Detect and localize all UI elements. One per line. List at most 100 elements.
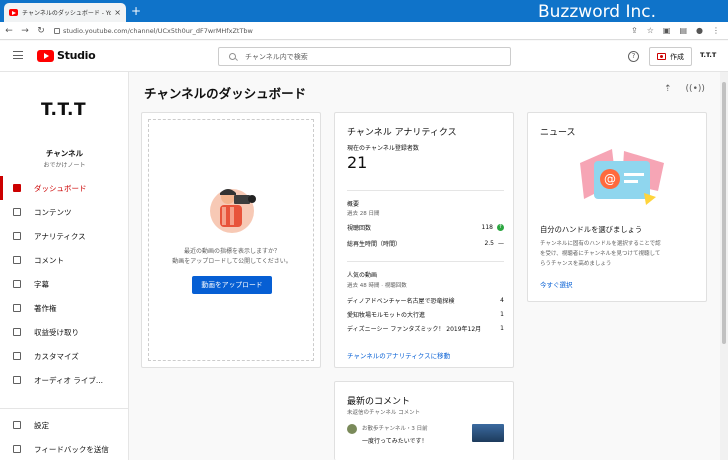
address-bar: ← → ↻ studio.youtube.com/channel/UCx5th0… bbox=[0, 22, 728, 40]
avatar bbox=[347, 424, 357, 434]
sidebar-item-copyright[interactable]: 著作権 bbox=[0, 296, 129, 320]
account-avatar[interactable]: T.T.T bbox=[700, 51, 716, 59]
upload-prompt-line: 動画をアップロードして公開してください。 bbox=[172, 258, 292, 265]
video-title: 愛知牧場モルモットの大行進 bbox=[347, 312, 426, 319]
lock-icon bbox=[54, 27, 60, 34]
share-icon[interactable]: ⇪ bbox=[631, 26, 638, 35]
channel-avatar[interactable]: T.T.T bbox=[41, 100, 86, 120]
profile-icon[interactable]: ● bbox=[696, 26, 703, 35]
tab-close-icon[interactable]: × bbox=[114, 8, 121, 17]
menu-icon[interactable] bbox=[13, 51, 23, 59]
sidebar-item-label: 収益受け取り bbox=[34, 327, 79, 337]
sidepanel-icon[interactable]: ▤ bbox=[679, 26, 687, 35]
comments-card: 最新のコメント 未返信のチャンネル コメント お散歩チャンネル・3 日前 一度行… bbox=[334, 381, 514, 460]
channel-label: チャンネル bbox=[45, 149, 84, 158]
comments-title: 最新のコメント bbox=[347, 397, 411, 407]
video-title: ディズニーシー ファンタズミック！ 2019年12月 bbox=[347, 326, 482, 333]
search-placeholder: チャンネル内で検索 bbox=[245, 52, 308, 61]
list-item[interactable]: 愛知牧場モルモットの大行進 1 bbox=[347, 310, 504, 319]
sidebar-item-customize[interactable]: カスタマイズ bbox=[0, 344, 129, 368]
list-item[interactable]: お散歩チャンネル・3 日前 一度行ってみたいです！ bbox=[347, 424, 504, 445]
trend-up-icon: ↑ bbox=[497, 224, 504, 231]
tab-title: チャンネルのダッシュボード - YouTube bbox=[22, 10, 112, 17]
trend-flat-icon: — bbox=[498, 240, 504, 247]
comment-author: お散歩チャンネル・3 日前 bbox=[362, 426, 428, 432]
sidebar-item-content[interactable]: コンテンツ bbox=[0, 200, 129, 224]
customize-icon bbox=[13, 352, 21, 360]
sidebar-item-comments[interactable]: コメント bbox=[0, 248, 129, 272]
divider bbox=[347, 190, 504, 191]
scrollbar-thumb[interactable] bbox=[722, 82, 726, 344]
sidebar-item-label: 字幕 bbox=[34, 279, 49, 289]
audio-library-icon bbox=[13, 376, 21, 384]
logo-text: Studio bbox=[57, 49, 96, 62]
subtitles-icon bbox=[13, 280, 21, 288]
sidebar-item-label: オーディオ ライブ... bbox=[34, 375, 104, 385]
upload-icon[interactable]: ⇡ bbox=[664, 84, 672, 94]
browser-menu-icon[interactable]: ⋮ bbox=[712, 26, 720, 35]
news-title: ニュース bbox=[540, 128, 576, 138]
news-headline: 自分のハンドルを選びましょう bbox=[540, 225, 643, 234]
go-live-icon[interactable]: ((•)) bbox=[686, 84, 705, 94]
sidebar-item-label: 著作権 bbox=[34, 303, 57, 313]
subscribers-label: 現在のチャンネル登録者数 bbox=[347, 145, 419, 152]
settings-icon bbox=[13, 421, 21, 429]
new-tab-button[interactable]: + bbox=[131, 4, 141, 18]
sidebar-item-label: 設定 bbox=[34, 420, 49, 430]
studio-logo[interactable]: Studio bbox=[37, 49, 96, 62]
bookmark-star-icon[interactable]: ☆ bbox=[647, 26, 654, 35]
list-item[interactable]: ディズニーシー ファンタズミック！ 2019年12月 1 bbox=[347, 324, 504, 333]
create-button[interactable]: 作成 bbox=[649, 47, 692, 66]
browser-tab-bar: チャンネルのダッシュボード - YouTube × + Buzzword Inc… bbox=[0, 0, 728, 22]
forward-button[interactable]: → bbox=[18, 26, 32, 36]
views-row: 視聴回数 118 ↑ bbox=[347, 223, 504, 232]
sidebar: T.T.T チャンネル おでかけノート ダッシュボード コンテンツ アナリティク… bbox=[0, 72, 129, 460]
top-videos-period: 過去 48 時間 · 視聴回数 bbox=[347, 283, 407, 289]
video-title: ディノアドベンチャー名古屋で恐竜探検 bbox=[347, 298, 455, 305]
sidebar-item-audio-library[interactable]: オーディオ ライブ... bbox=[0, 368, 129, 392]
sidebar-item-analytics[interactable]: アナリティクス bbox=[0, 224, 129, 248]
search-input[interactable]: チャンネル内で検索 bbox=[218, 47, 511, 66]
extensions-icon[interactable]: ▣ bbox=[663, 26, 671, 35]
channel-name: おでかけノート bbox=[43, 162, 86, 169]
sidebar-item-label: アナリティクス bbox=[34, 231, 86, 241]
url-field[interactable]: studio.youtube.com/channel/UCx5th0ur_dF7… bbox=[54, 27, 631, 35]
watch-time-label: 総再生時間（時間） bbox=[347, 241, 402, 248]
monetization-icon bbox=[13, 328, 21, 336]
sidebar-item-label: コメント bbox=[34, 255, 64, 265]
watch-time-row: 総再生時間（時間） 2.5 — bbox=[347, 239, 504, 248]
sidebar-item-label: カスタマイズ bbox=[34, 351, 79, 361]
analytics-card: チャンネル アナリティクス 現在のチャンネル登録者数 21 概要 過去 28 日… bbox=[334, 112, 514, 368]
news-body-line: らうチャンスを高めましょう bbox=[540, 261, 612, 267]
sidebar-item-settings[interactable]: 設定 bbox=[0, 413, 129, 437]
sidebar-item-dashboard[interactable]: ダッシュボード bbox=[0, 176, 129, 200]
analytics-icon bbox=[13, 232, 21, 240]
brand-watermark: Buzzword Inc. bbox=[538, 2, 657, 22]
list-item[interactable]: ディノアドベンチャー名古屋で恐竜探検 4 bbox=[347, 296, 504, 305]
upload-prompt-line: 最近の動画の指標を表示しますか？ bbox=[183, 248, 280, 255]
upload-video-button[interactable]: 動画をアップロード bbox=[192, 276, 272, 294]
choose-now-link[interactable]: 今すぐ選択 bbox=[540, 279, 573, 289]
browser-tab[interactable]: チャンネルのダッシュボード - YouTube × bbox=[4, 3, 126, 22]
upload-dropzone bbox=[148, 119, 314, 361]
sidebar-item-subtitles[interactable]: 字幕 bbox=[0, 272, 129, 296]
sidebar-item-feedback[interactable]: フィードバックを送信 bbox=[0, 437, 129, 460]
upload-prompt: 最近の動画の指標を表示しますか？ 動画をアップロードして公開してください。 bbox=[142, 247, 322, 267]
watch-time-value: 2.5 bbox=[484, 240, 494, 247]
comment-text: 一度行ってみたいです！ bbox=[362, 438, 428, 445]
top-videos-title: 人気の動画 bbox=[347, 272, 378, 279]
sidebar-item-monetization[interactable]: 収益受け取り bbox=[0, 320, 129, 344]
help-icon[interactable]: ? bbox=[628, 51, 639, 62]
go-to-analytics-link[interactable]: チャンネルのアナリティクスに移動 bbox=[347, 350, 450, 360]
video-views: 4 bbox=[500, 297, 504, 304]
views-label: 視聴回数 bbox=[347, 225, 372, 232]
scrollbar[interactable] bbox=[720, 72, 728, 460]
reload-button[interactable]: ↻ bbox=[34, 26, 48, 36]
sidebar-nav: ダッシュボード コンテンツ アナリティクス コメント 字幕 著作権 収益受け取り… bbox=[0, 176, 129, 392]
studio-header: Studio チャンネル内で検索 ? 作成 T.T.T bbox=[0, 41, 728, 72]
news-body-line: を受け、視聴者にチャンネルを見つけて視聴して bbox=[540, 251, 661, 257]
comments-subtitle: 未返信のチャンネル コメント bbox=[347, 410, 421, 416]
upload-illustration bbox=[210, 189, 256, 233]
back-button[interactable]: ← bbox=[2, 26, 16, 36]
youtube-favicon-icon bbox=[9, 9, 18, 16]
